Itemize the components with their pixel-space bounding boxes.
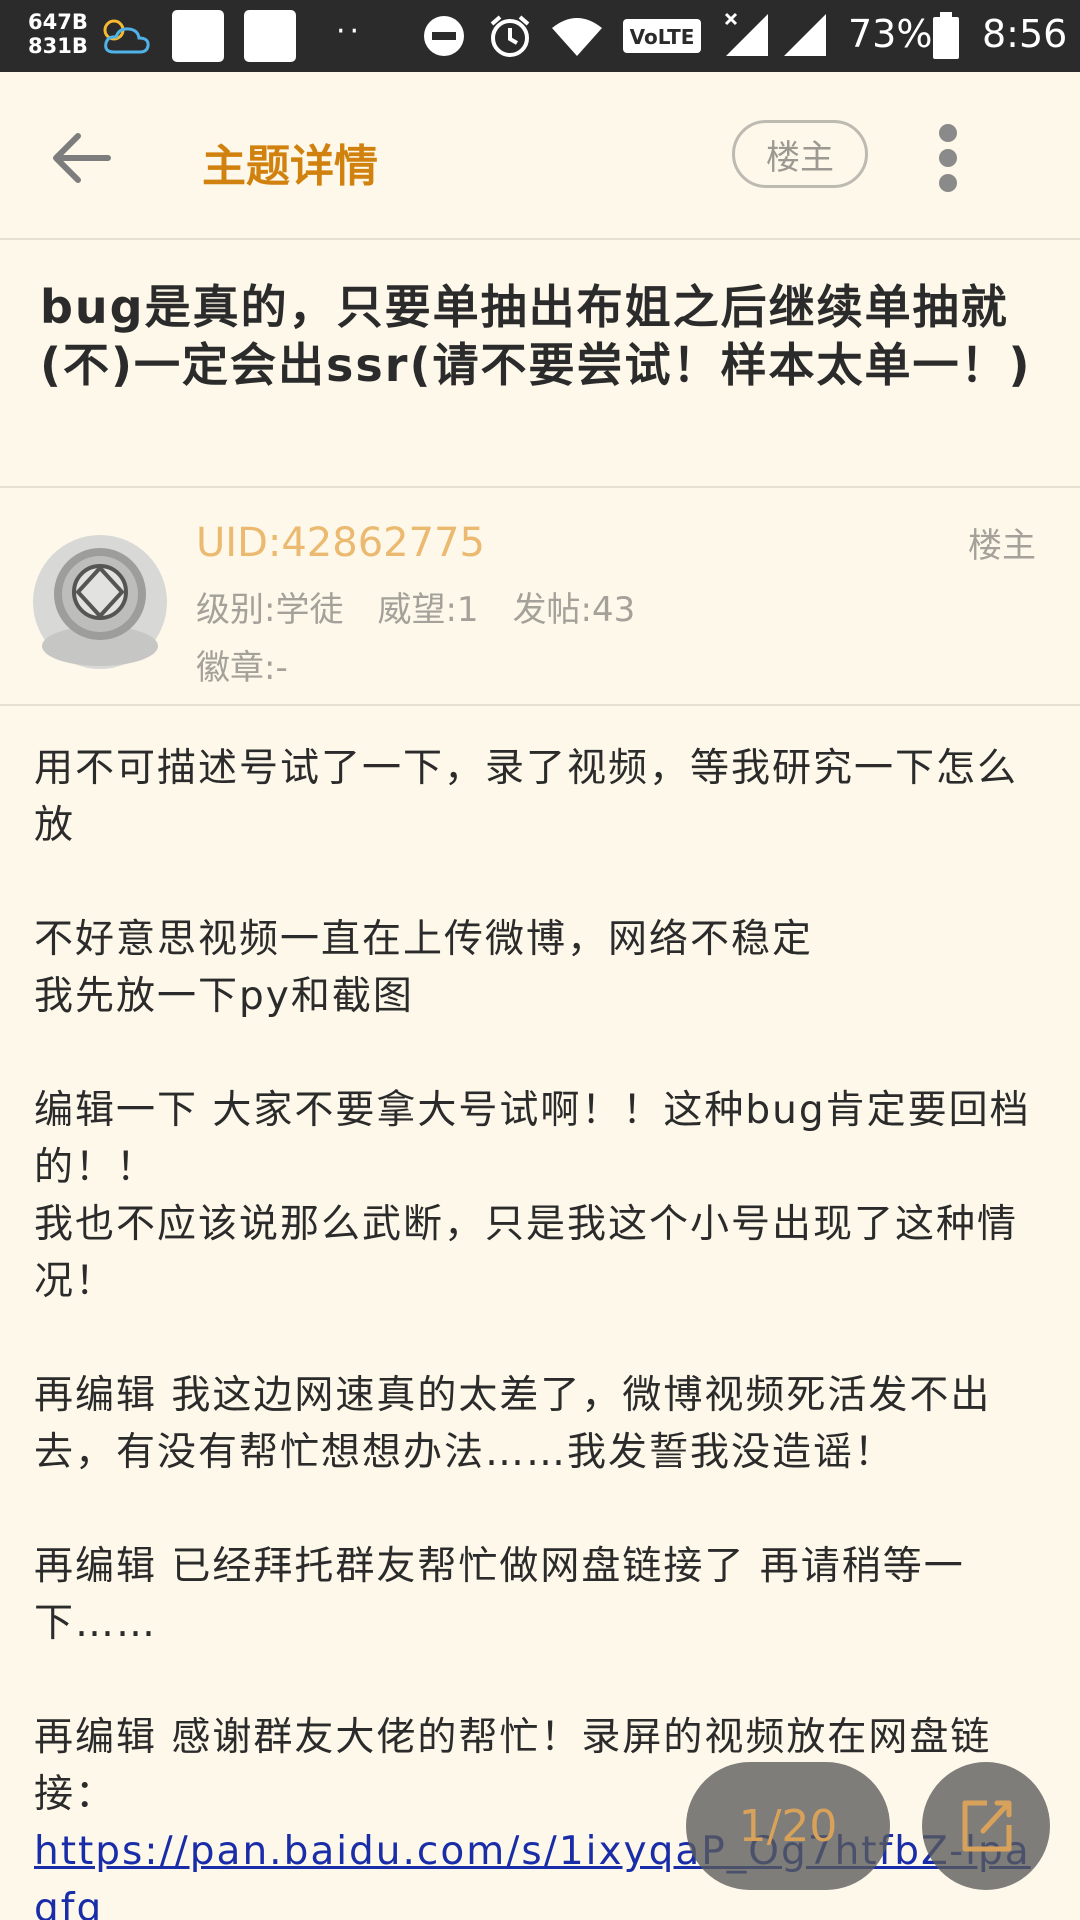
body-line: 不好意思视频一直在上传微博，网络不稳定: [34, 917, 814, 962]
body-line: 再编辑 已经拜托群友帮忙做网盘链接了 再请稍等一下……: [34, 1544, 965, 1646]
network-speed-up: 647B: [28, 10, 88, 34]
alarm-icon: [490, 15, 530, 57]
post-body: 用不可描述号试了一下，录了视频，等我研究一下怎么放 不好意思视频一直在上传微博，…: [34, 740, 1054, 1920]
volte-label: VoLTE: [630, 25, 695, 49]
author-badges: 徽章:-: [196, 648, 288, 688]
volte-icon: VoLTE: [623, 19, 701, 53]
notification-image-icon: [172, 10, 224, 62]
network-speed: 647B 831B: [28, 10, 88, 58]
only-op-button[interactable]: 楼主: [732, 120, 868, 188]
wifi-icon: [552, 18, 602, 56]
body-blank-line: [34, 1652, 1054, 1709]
weather-cloud-icon: [103, 19, 150, 54]
page-indicator[interactable]: 1/20: [686, 1762, 890, 1890]
author-card: UID:42862775 级别:学徒 威望:1 发帖:43 徽章:- 楼主: [0, 490, 1080, 706]
body-line: 再编辑 我这边网速真的太差了，微博视频死活发不出去，有没有帮忙想想办法……我发誓…: [34, 1373, 992, 1475]
author-post-count: 发帖:43: [512, 590, 636, 630]
page-title: 主题详情: [202, 141, 378, 192]
status-bar: 647B 831B ·· VoLTE 73% 8:56: [0, 0, 1080, 72]
post-title-section: bug是真的，只要单抽出布姐之后继续单抽就(不)一定会出ssr(请不要尝试！样本…: [0, 242, 1080, 488]
avatar[interactable]: [32, 534, 168, 670]
clock: 8:56: [982, 12, 1068, 56]
author-uid[interactable]: UID:42862775: [196, 520, 485, 566]
author-prestige: 威望:1: [377, 590, 479, 630]
battery-icon: [933, 12, 959, 59]
author-meta: 级别:学徒 威望:1 发帖:43: [196, 582, 669, 631]
body-blank-line: [34, 1025, 1054, 1082]
body-line: 用不可描述号试了一下，录了视频，等我研究一下怎么放: [34, 746, 1019, 848]
body-blank-line: [34, 1310, 1054, 1367]
op-tag: 楼主: [968, 526, 1036, 566]
do-not-disturb-icon: [424, 16, 464, 56]
body-blank-line: [34, 1481, 1054, 1538]
body-line: 我也不应该说那么武断，只是我这个小号出现了这种情况！: [34, 1202, 1019, 1304]
more-vert-icon[interactable]: [934, 124, 962, 192]
back-arrow-icon[interactable]: [48, 128, 112, 188]
app-bar: 主题详情 楼主: [0, 72, 1080, 240]
post-title: bug是真的，只要单抽出布姐之后继续单抽就(不)一定会出ssr(请不要尝试！样本…: [40, 280, 1032, 392]
notification-image-icon: [244, 10, 296, 62]
body-line: 我先放一下py和截图: [34, 974, 414, 1019]
body-line: 编辑一下 大家不要拿大号试啊！！这种bug肯定要回档的！！: [34, 1088, 1031, 1190]
body-line: 再编辑 感谢群友大佬的帮忙！录屏的视频放在网盘链接：: [34, 1715, 992, 1817]
network-speed-down: 831B: [28, 34, 88, 58]
signal-sim2-icon: [784, 14, 826, 56]
reply-button[interactable]: [922, 1762, 1050, 1890]
signal-sim1-icon: [724, 12, 768, 56]
compose-icon: [962, 1800, 1012, 1852]
more-notifications-icon: ··: [336, 14, 364, 49]
body-blank-line: [34, 854, 1054, 911]
author-level: 级别:学徒: [196, 590, 344, 630]
battery-percent: 73%: [848, 12, 933, 56]
